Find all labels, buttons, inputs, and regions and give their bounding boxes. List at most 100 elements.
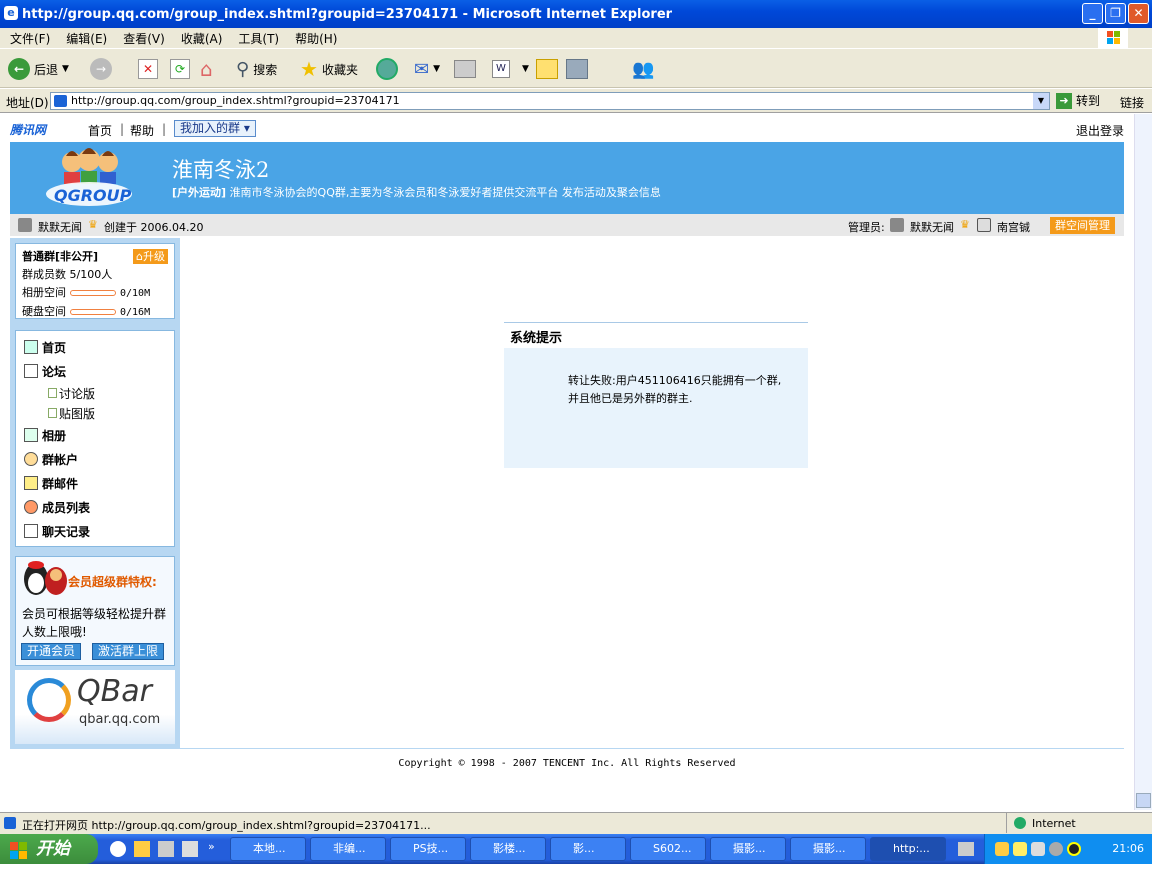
favorites-button[interactable]: ★ 收藏夹 xyxy=(300,57,358,81)
nav-help-link[interactable]: 帮助 xyxy=(130,122,154,139)
forum-icon xyxy=(24,364,38,378)
group-info-bar: 默默无闻 ♛ 创建于 2006.04.20 管理员: 默默无闻 ♛ 南宫铖 群空… xyxy=(10,214,1124,236)
menu-favorites[interactable]: 收藏(A) xyxy=(181,30,223,47)
quicklaunch-icon[interactable] xyxy=(134,841,150,857)
space-manage-button[interactable]: 群空间管理 xyxy=(1050,217,1115,234)
open-vip-button[interactable]: 开通会员 xyxy=(21,643,82,660)
forward-arrow-icon: → xyxy=(90,58,112,80)
tray-icon[interactable] xyxy=(1067,842,1081,856)
nav-forum[interactable]: 论坛 xyxy=(16,359,174,383)
menu-view[interactable]: 查看(V) xyxy=(123,30,165,47)
scroll-down-icon[interactable] xyxy=(1136,793,1151,808)
start-button[interactable]: 开始 xyxy=(0,834,98,864)
album-space-value: 0/10M xyxy=(120,288,151,299)
history-button[interactable] xyxy=(376,57,398,81)
nav-album[interactable]: 相册 xyxy=(16,423,174,447)
upgrade-button[interactable]: ⌂升级 xyxy=(133,249,168,264)
security-zone: Internet xyxy=(1032,817,1076,830)
group-logo-icon: QGROUP xyxy=(44,148,134,208)
admin-avatar-icon xyxy=(890,218,904,232)
envelope-icon xyxy=(24,476,38,490)
task-button[interactable]: 非编... xyxy=(310,837,386,861)
tray-icon[interactable] xyxy=(995,842,1009,856)
discuss-button[interactable] xyxy=(536,57,558,81)
quicklaunch-icon[interactable] xyxy=(158,841,174,857)
address-url: http://group.qq.com/group_index.shtml?gr… xyxy=(71,94,400,107)
home-icon: ⌂ xyxy=(200,57,213,81)
edit-button[interactable]: W ▼ xyxy=(492,57,529,81)
quicklaunch-expand-icon[interactable]: » xyxy=(208,840,215,853)
task-button[interactable]: 影楼... xyxy=(470,837,546,861)
menu-tools[interactable]: 工具(T) xyxy=(238,30,279,47)
stop-button[interactable]: ✕ xyxy=(138,57,158,81)
tray-icon[interactable] xyxy=(1013,842,1027,856)
address-input[interactable]: http://group.qq.com/group_index.shtml?gr… xyxy=(50,92,1050,110)
task-button[interactable]: S602... xyxy=(630,837,706,861)
qbar-ad[interactable]: QBar qbar.qq.com xyxy=(15,670,175,744)
search-icon: ⚲ xyxy=(236,58,250,80)
task-button-active[interactable]: http:... xyxy=(870,837,946,861)
nav-account-label: 群帐户 xyxy=(42,452,79,467)
creator-name[interactable]: 默默无闻 xyxy=(38,219,82,235)
windows-flag-icon xyxy=(1098,28,1128,48)
dropdown-arrow-icon: ▼ xyxy=(522,64,529,74)
back-button[interactable]: ← 后退 ▼ xyxy=(8,57,69,81)
menu-edit[interactable]: 编辑(E) xyxy=(66,30,107,47)
task-button[interactable]: 摄影... xyxy=(710,837,786,861)
refresh-button[interactable]: ⟳ xyxy=(170,57,190,81)
keyboard-icon[interactable] xyxy=(958,842,974,856)
research-button[interactable] xyxy=(566,57,588,81)
status-bar: 正在打开网页 http://group.qq.com/group_index.s… xyxy=(0,812,1152,834)
messenger-button[interactable]: 👥 xyxy=(632,57,654,81)
task-button[interactable]: 本地... xyxy=(230,837,306,861)
logout-link[interactable]: 退出登录 xyxy=(1076,122,1124,139)
print-button[interactable] xyxy=(454,57,476,81)
quicklaunch-icon[interactable] xyxy=(182,841,198,857)
nav-home[interactable]: 首页 xyxy=(16,335,174,359)
activate-limit-button[interactable]: 激活群上限 xyxy=(92,643,165,660)
home-button[interactable]: ⌂ xyxy=(200,57,213,81)
menu-help[interactable]: 帮助(H) xyxy=(295,30,337,47)
disk-space-row: 硬盘空间 0/16M xyxy=(22,303,168,322)
minimize-button[interactable]: _ xyxy=(1082,3,1103,24)
maximize-button[interactable]: ❐ xyxy=(1105,3,1126,24)
member-icon xyxy=(24,500,38,514)
quicklaunch-ie-icon[interactable] xyxy=(110,841,126,857)
nav-gallery[interactable]: 贴图版 xyxy=(16,403,174,423)
my-groups-dropdown[interactable]: 我加入的群 ▾ xyxy=(174,120,256,137)
web-page: 腾讯网 首页 | 帮助 | 我加入的群 ▾ 退出登录 QGROUP 淮南冬泳2 … xyxy=(0,114,1134,810)
admin-name-1[interactable]: 默默无闻 xyxy=(910,219,954,235)
task-button[interactable]: 影... xyxy=(550,837,626,861)
close-button[interactable]: ✕ xyxy=(1128,3,1149,24)
group-stats-panel: 普通群[非公开] ⌂升级 群成员数 5/100人 相册空间 0/10M 硬盘空间 0… xyxy=(15,243,175,319)
links-button[interactable]: 链接 xyxy=(1120,94,1144,111)
admin-name-2[interactable]: 南宫铖 xyxy=(997,219,1030,235)
forward-button[interactable]: → xyxy=(90,57,112,81)
nav-mail[interactable]: 群邮件 xyxy=(16,471,174,495)
search-button[interactable]: ⚲ 搜索 xyxy=(236,57,277,81)
group-description-line: [户外运动] 淮南市冬泳协会的QQ群,主要为冬泳会员和冬泳爱好者提供交流平台 发… xyxy=(172,184,661,200)
task-button[interactable]: 摄影... xyxy=(790,837,866,861)
nav-account[interactable]: 群帐户 xyxy=(16,447,174,471)
mail-button[interactable]: ✉ ▼ xyxy=(414,57,440,81)
disk-space-value: 0/16M xyxy=(120,307,151,318)
go-button[interactable]: ➜ 转到 xyxy=(1056,92,1100,109)
window-titlebar: e http://group.qq.com/group_index.shtml?… xyxy=(0,0,1152,28)
nav-forum-label: 论坛 xyxy=(42,364,67,379)
nav-members[interactable]: 成员列表 xyxy=(16,495,174,519)
nav-discussion[interactable]: 讨论版 xyxy=(16,383,174,403)
separator: | xyxy=(120,122,125,136)
home-nav-icon xyxy=(24,340,38,354)
clock: 21:06 xyxy=(1112,842,1144,855)
address-dropdown-icon[interactable]: ▼ xyxy=(1033,93,1049,109)
album-space-row: 相册空间 0/10M xyxy=(22,284,168,303)
vertical-scrollbar[interactable] xyxy=(1134,114,1152,810)
task-button[interactable]: PS技... xyxy=(390,837,466,861)
tray-icon[interactable] xyxy=(1031,842,1045,856)
nav-home-link[interactable]: 首页 xyxy=(88,122,112,139)
nav-chat[interactable]: 聊天记录 xyxy=(16,519,174,543)
status-divider xyxy=(1006,813,1007,833)
qq-logo[interactable]: 腾讯网 xyxy=(10,121,46,138)
menu-file[interactable]: 文件(F) xyxy=(10,30,50,47)
tray-icon[interactable] xyxy=(1049,842,1063,856)
